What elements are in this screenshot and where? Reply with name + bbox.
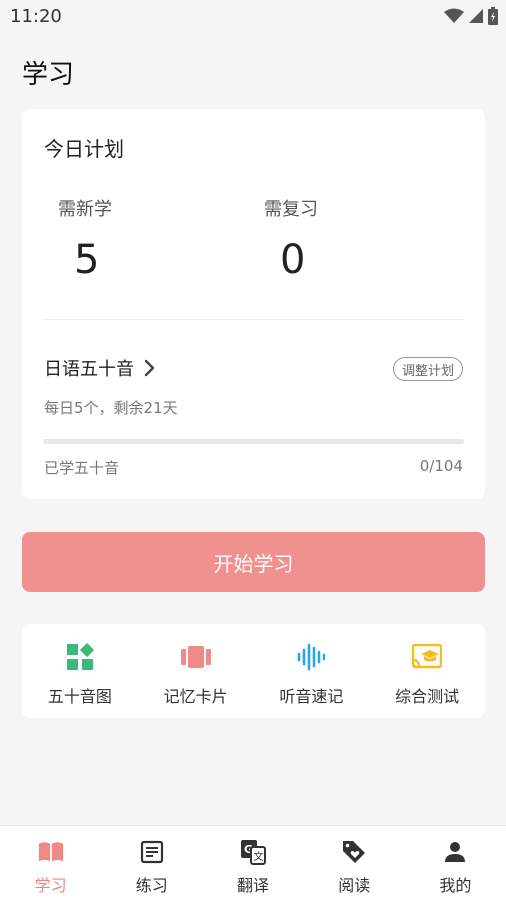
page-title: 学习 [22, 60, 75, 90]
tab-practice[interactable]: 练习 [101, 826, 202, 902]
kana-chart-icon [65, 642, 95, 672]
tool-label: 综合测试 [395, 687, 460, 706]
tool-comprehensive-test[interactable]: 综合测试 [369, 624, 485, 718]
tool-label: 听音速记 [279, 687, 344, 706]
tab-label: 学习 [34, 876, 67, 895]
course-selector[interactable]: 日语五十音 [44, 355, 156, 381]
flashcard-icon [180, 642, 211, 672]
practice-icon [139, 839, 165, 865]
tab-label: 翻译 [237, 876, 270, 895]
new-words-label: 需新学 [58, 199, 112, 220]
course-schedule: 每日5个，剩余21天 [44, 399, 178, 417]
tool-listening[interactable]: 听音速记 [254, 624, 370, 718]
test-cast-icon [412, 642, 443, 672]
progress-count: 0/104 [419, 457, 463, 475]
tab-label: 练习 [135, 876, 168, 895]
audio-wave-icon [296, 642, 326, 672]
tool-label: 五十音图 [47, 687, 112, 706]
plan-title: 今日计划 [44, 137, 124, 161]
adjust-plan-button[interactable]: 调整计划 [392, 357, 463, 381]
divider [43, 319, 464, 320]
wifi-icon [444, 8, 464, 28]
tab-profile[interactable]: 我的 [405, 826, 506, 902]
progress-bar [43, 439, 464, 444]
tab-translate[interactable]: G 文 翻译 [202, 826, 303, 902]
tools-card: 五十音图 记忆卡片 听音速记 综合测试 [22, 624, 485, 718]
course-name: 日语五十音 [44, 359, 134, 380]
battery-icon [488, 7, 498, 29]
signal-icon [468, 8, 484, 28]
today-plan-card: 今日计划 需新学 5 需复习 0 日语五十音 调整计划 每日5个，剩余21天 已… [22, 109, 485, 499]
tool-kana-chart[interactable]: 五十音图 [22, 624, 138, 718]
tool-label: 记忆卡片 [163, 687, 228, 706]
status-icons [444, 7, 498, 29]
start-learning-button[interactable]: 开始学习 [22, 532, 485, 592]
review-words-label: 需复习 [264, 199, 318, 220]
book-icon [38, 839, 64, 865]
bottom-tab-bar: 学习 练习 G 文 翻译 阅读 我的 [0, 825, 506, 902]
progress-label: 已学五十音 [44, 459, 120, 477]
tab-study[interactable]: 学习 [0, 826, 101, 902]
chevron-right-icon [144, 359, 156, 377]
review-words-count: 0 [280, 237, 306, 283]
tool-flashcards[interactable]: 记忆卡片 [138, 624, 254, 718]
tag-heart-icon [341, 839, 367, 865]
new-words-count: 5 [74, 237, 100, 283]
translate-icon: G 文 [240, 839, 266, 865]
tab-label: 我的 [439, 876, 472, 895]
tab-reading[interactable]: 阅读 [304, 826, 405, 902]
status-time: 11:20 [10, 6, 62, 27]
status-bar: 11:20 [0, 0, 506, 34]
svg-text:文: 文 [254, 850, 264, 863]
tab-label: 阅读 [338, 876, 371, 895]
user-icon [442, 839, 468, 865]
